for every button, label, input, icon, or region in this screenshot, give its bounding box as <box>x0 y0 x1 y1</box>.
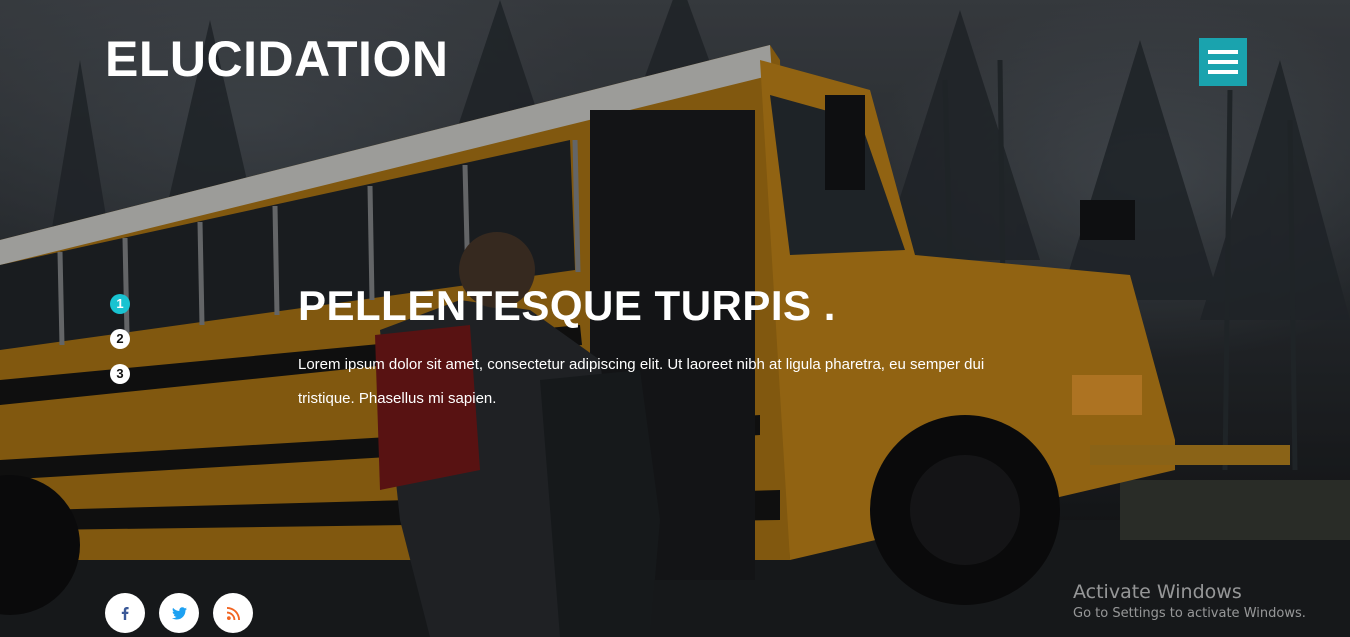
rss-icon <box>226 606 240 620</box>
slide-dot-1[interactable]: 1 <box>110 294 130 314</box>
activation-subtitle: Go to Settings to activate Windows. <box>1073 606 1306 621</box>
twitter-icon <box>171 606 187 619</box>
social-links <box>105 593 253 633</box>
activation-title: Activate Windows <box>1073 581 1242 603</box>
windows-activation-watermark: Activate Windows Go to Settings to activ… <box>1073 581 1306 621</box>
hamburger-menu-button[interactable] <box>1199 38 1247 86</box>
slide-title: PELLENTESQUE TURPIS . <box>298 282 836 329</box>
twitter-link[interactable] <box>159 593 199 633</box>
site-logo[interactable]: ELUCIDATION <box>105 30 448 88</box>
facebook-icon <box>121 607 129 620</box>
facebook-link[interactable] <box>105 593 145 633</box>
slide-dot-3[interactable]: 3 <box>110 364 130 384</box>
slider-pagination: 1 2 3 <box>110 294 130 399</box>
rss-link[interactable] <box>213 593 253 633</box>
slide-description: Lorem ipsum dolor sit amet, consectetur … <box>298 356 985 407</box>
slide-dot-2[interactable]: 2 <box>110 329 130 349</box>
